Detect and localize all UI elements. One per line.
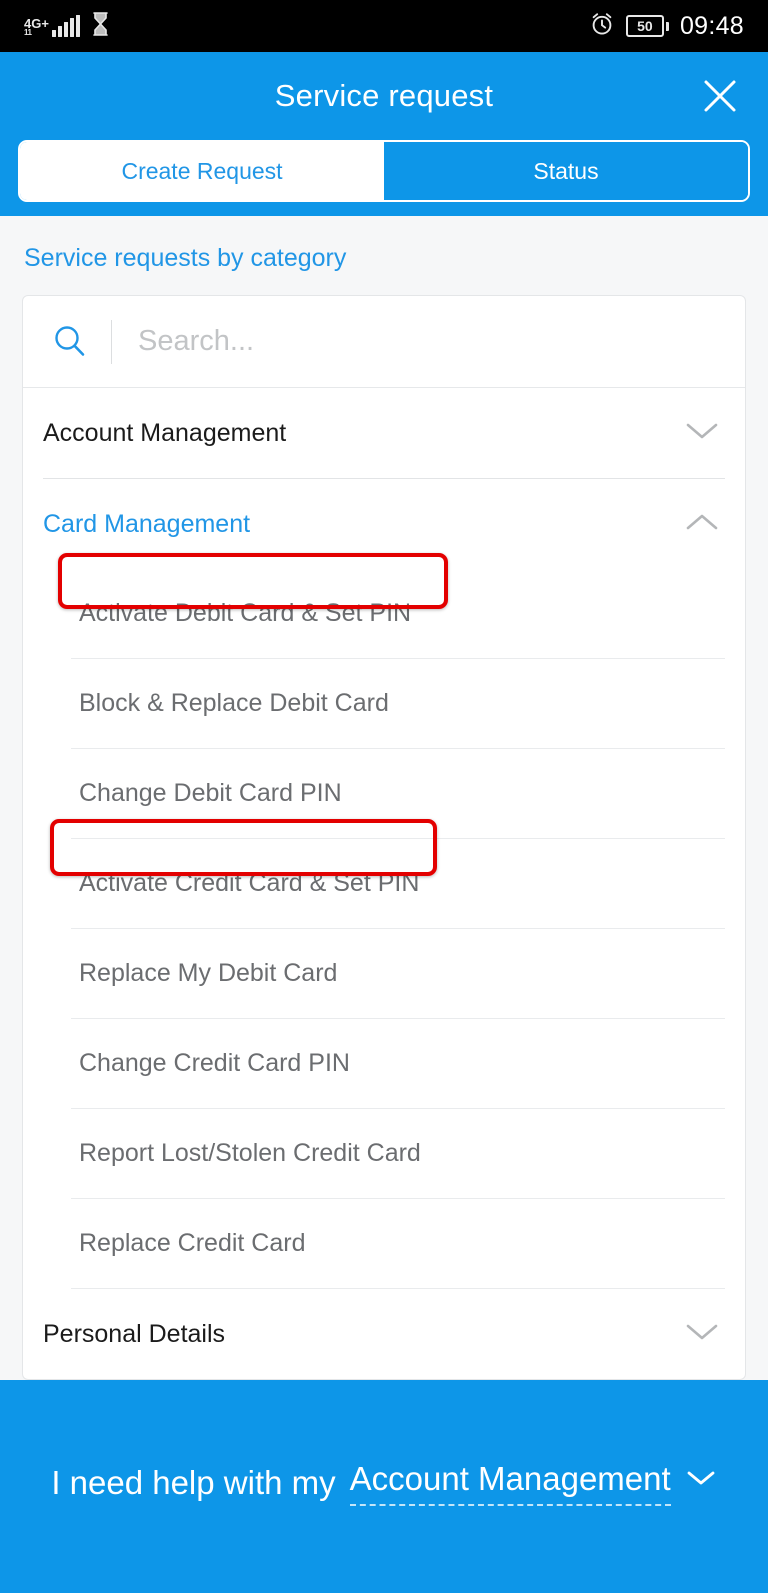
- search-divider: [111, 319, 112, 364]
- category-card-management[interactable]: Card Management: [23, 479, 745, 569]
- service-item-block-replace-debit-card[interactable]: Block & Replace Debit Card: [23, 659, 745, 748]
- page-title: Service request: [274, 78, 494, 113]
- network-sub-text: 11: [24, 28, 32, 37]
- service-item-label: Replace My Debit Card: [79, 959, 338, 987]
- category-account-management-label: Account Management: [43, 418, 287, 447]
- tab-bar: Create Request Status: [0, 140, 768, 216]
- service-item-change-credit-card-pin[interactable]: Change Credit Card PIN: [23, 1019, 745, 1108]
- tab-status[interactable]: Status: [384, 142, 748, 200]
- search-row[interactable]: [23, 296, 745, 388]
- close-button[interactable]: [692, 68, 748, 124]
- tab-status-label: Status: [533, 157, 599, 184]
- footer-prefix-label: I need help with my: [51, 1463, 336, 1501]
- chevron-down-icon: [685, 1321, 719, 1348]
- category-card: Account Management Card Management: [22, 295, 746, 1380]
- service-item-label: Activate Debit Card & Set PIN: [79, 599, 412, 627]
- hourglass-icon: [92, 11, 109, 41]
- search-icon: [51, 323, 97, 361]
- chevron-down-icon[interactable]: [685, 1468, 717, 1493]
- service-item-label: Replace Credit Card: [79, 1229, 306, 1257]
- status-bar-left: 4G+ 11: [24, 11, 109, 41]
- tab-create-request[interactable]: Create Request: [20, 142, 384, 200]
- chevron-down-icon: [685, 420, 719, 447]
- search-input[interactable]: [138, 325, 745, 358]
- category-account-management[interactable]: Account Management: [23, 388, 745, 478]
- section-title: Service requests by category: [24, 244, 347, 272]
- service-item-report-lost-stolen-credit-card[interactable]: Report Lost/Stolen Credit Card: [23, 1109, 745, 1198]
- network-plus-text: +: [41, 16, 49, 31]
- service-item-replace-my-debit-card[interactable]: Replace My Debit Card: [23, 929, 745, 1018]
- service-item-label: Report Lost/Stolen Credit Card: [79, 1139, 421, 1167]
- status-bar-right: 50 09:48: [589, 11, 744, 42]
- chevron-up-icon: [685, 511, 719, 538]
- main-content: Service requests by category Account Man…: [0, 216, 768, 1380]
- battery-level-text: 50: [637, 18, 653, 34]
- service-item-activate-credit-card[interactable]: Activate Credit Card & Set PIN: [23, 839, 745, 928]
- tab-create-request-label: Create Request: [121, 157, 283, 184]
- status-bar-clock: 09:48: [679, 11, 744, 40]
- service-item-activate-debit-card[interactable]: Activate Debit Card & Set PIN: [23, 569, 745, 658]
- category-card-management-label: Card Management: [43, 509, 251, 538]
- footer-category-dropdown[interactable]: Account Management: [349, 1460, 671, 1506]
- service-item-label: Change Debit Card PIN: [79, 779, 342, 807]
- category-personal-details-label: Personal Details: [43, 1319, 226, 1348]
- service-item-change-debit-card-pin[interactable]: Change Debit Card PIN: [23, 749, 745, 838]
- category-personal-details[interactable]: Personal Details: [23, 1289, 745, 1379]
- alarm-clock-icon: [589, 11, 615, 42]
- network-type-label: 4G+ 11: [24, 16, 49, 37]
- service-item-label: Activate Credit Card & Set PIN: [79, 869, 420, 897]
- status-bar: 4G+ 11 50 09:48: [0, 0, 768, 52]
- service-item-label: Block & Replace Debit Card: [79, 689, 389, 717]
- battery-icon: 50: [625, 15, 669, 37]
- app-header: Service request: [0, 52, 768, 140]
- footer-bar: I need help with my Account Management: [0, 1380, 768, 1593]
- phone-screen: 4G+ 11 50 09:48 Service request Create R…: [0, 0, 768, 1593]
- close-icon: [700, 76, 740, 116]
- service-item-replace-credit-card[interactable]: Replace Credit Card: [23, 1199, 745, 1288]
- signal-bars-icon: [51, 15, 80, 37]
- service-item-label: Change Credit Card PIN: [79, 1049, 350, 1077]
- network-indicator: 4G+ 11: [24, 15, 80, 37]
